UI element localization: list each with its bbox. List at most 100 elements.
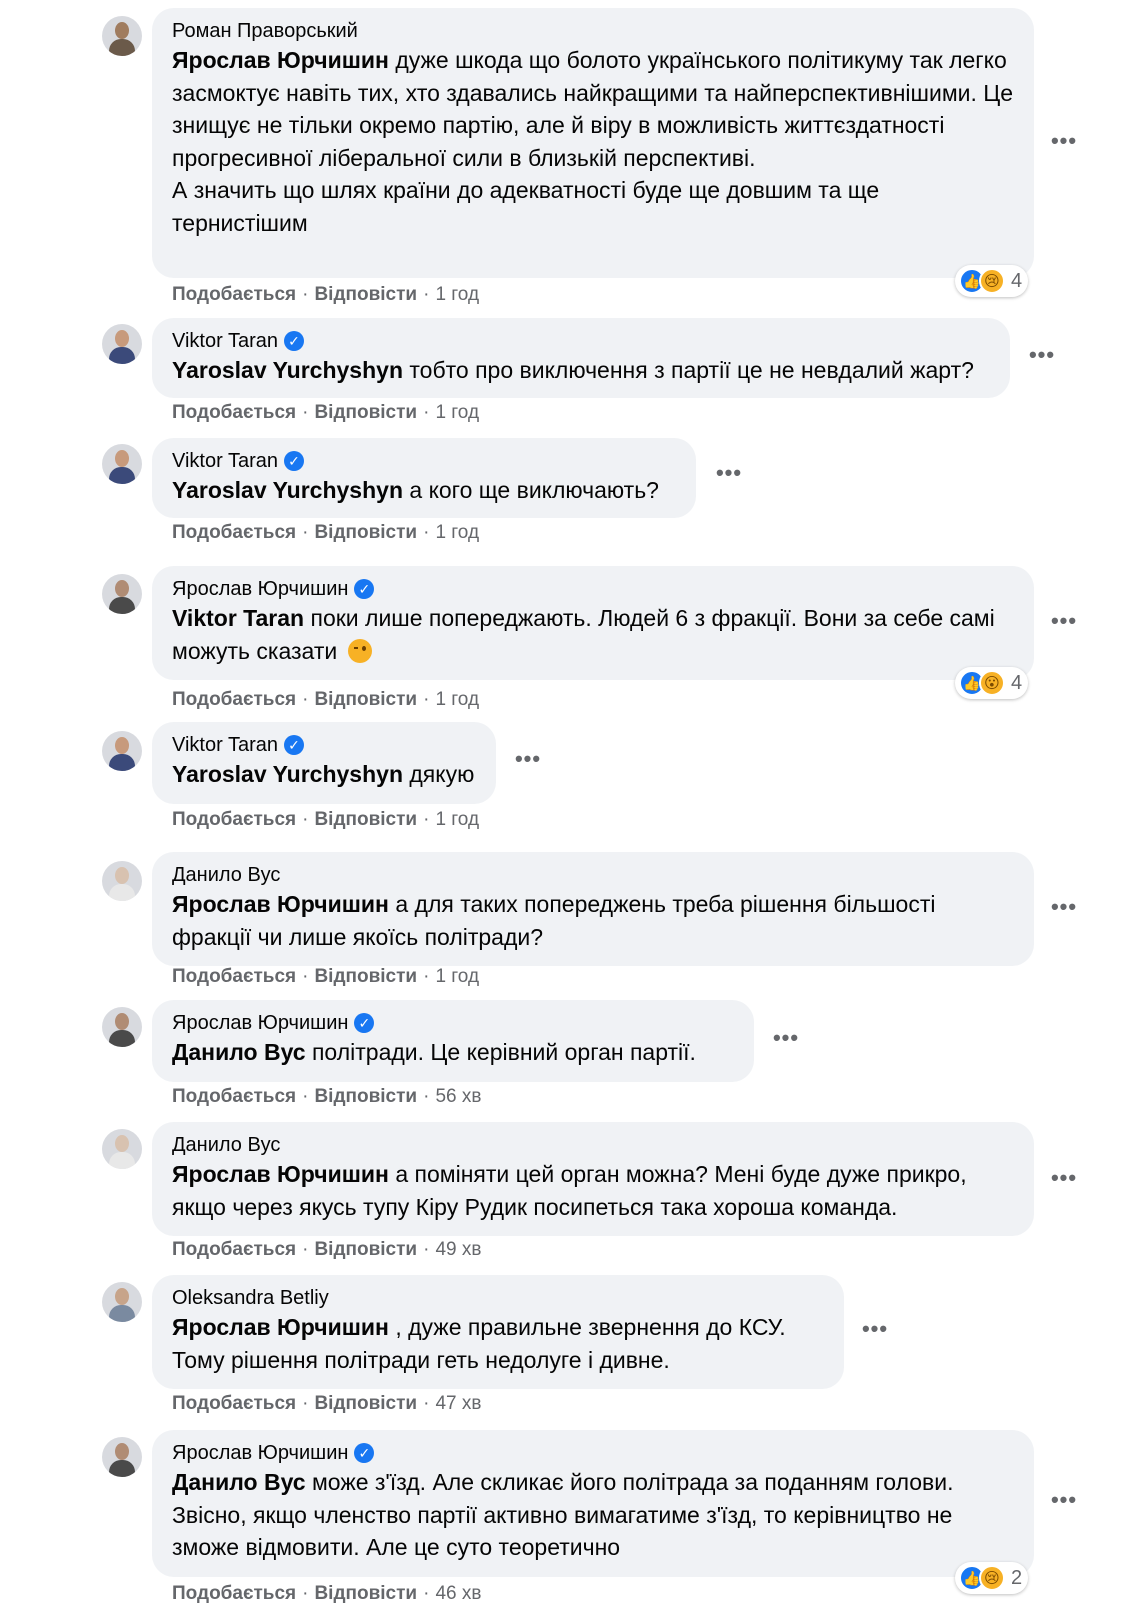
mention-link[interactable]: Данило Вус	[172, 1469, 306, 1495]
comment-text: Данило Вус політради. Це керівний орган …	[172, 1039, 696, 1065]
reactions-summary[interactable]: 👍 😮 4	[955, 667, 1029, 699]
comment-author[interactable]: Viktor Taran ✓	[172, 448, 676, 474]
avatar[interactable]	[102, 731, 142, 771]
comment-bubble: Ярослав Юрчишин ✓ Данило Вус політради. Ц…	[152, 1000, 754, 1082]
comment-time[interactable]: 47 хв	[435, 1392, 481, 1416]
reply-button[interactable]: Відповісти	[314, 688, 417, 712]
comment-author[interactable]: Ярослав Юрчишин ✓	[172, 1010, 734, 1036]
comment-time[interactable]: 1 год	[435, 283, 479, 307]
avatar[interactable]	[102, 16, 142, 56]
verified-badge-icon: ✓	[284, 331, 304, 351]
comment-time[interactable]: 49 хв	[435, 1238, 481, 1262]
comment-text: Ярослав Юрчишин а для таких попереджень …	[172, 891, 942, 950]
more-options-icon[interactable]: •••	[711, 458, 747, 494]
comment-actions: Подобається · Відповісти · 1 год	[172, 401, 480, 425]
more-options-icon[interactable]: •••	[1024, 340, 1060, 376]
avatar[interactable]	[102, 324, 142, 364]
comment-text: Ярослав Юрчишин а поміняти цей орган мож…	[172, 1161, 974, 1220]
comment-actions: Подобається · Відповісти · 1 год	[172, 808, 480, 832]
mention-link[interactable]: Yaroslav Yurchyshyn	[172, 477, 403, 503]
more-options-icon[interactable]: •••	[1046, 606, 1082, 642]
comment-author[interactable]: Viktor Taran ✓	[172, 732, 476, 758]
comment-time[interactable]: 1 год	[435, 521, 479, 545]
comment-text: Yaroslav Yurchyshyn тобто про виключення…	[172, 357, 974, 383]
comment-bubble: Viktor Taran ✓ Yaroslav Yurchyshyn а кого…	[152, 438, 696, 518]
comment-author[interactable]: Данило Вус	[172, 1132, 1014, 1158]
comment-actions: Подобається · Відповісти · 1 год	[172, 688, 480, 712]
comment-time[interactable]: 46 хв	[435, 1582, 481, 1606]
comment-time[interactable]: 1 год	[435, 688, 479, 712]
mention-link[interactable]: Ярослав Юрчишин	[172, 47, 389, 73]
comment-actions: Подобається · Відповісти · 46 хв	[172, 1582, 482, 1606]
verified-badge-icon: ✓	[284, 735, 304, 755]
like-button[interactable]: Подобається	[172, 1582, 296, 1606]
more-options-icon[interactable]: •••	[857, 1314, 893, 1350]
like-button[interactable]: Подобається	[172, 808, 296, 832]
comment-time[interactable]: 56 хв	[435, 1085, 481, 1109]
mention-link[interactable]: Yaroslav Yurchyshyn	[172, 357, 403, 383]
like-button[interactable]: Подобається	[172, 965, 296, 989]
more-options-icon[interactable]: •••	[1046, 892, 1082, 928]
like-button[interactable]: Подобається	[172, 1392, 296, 1416]
reply-button[interactable]: Відповісти	[314, 1582, 417, 1606]
mention-link[interactable]: Ярослав Юрчишин	[172, 891, 389, 917]
mention-link[interactable]: Viktor Taran	[172, 605, 304, 631]
avatar[interactable]	[102, 861, 142, 901]
comment-author[interactable]: Oleksandra Betliy	[172, 1285, 824, 1311]
more-options-icon[interactable]: •••	[1046, 1163, 1082, 1199]
winking-face-emoji	[347, 638, 372, 663]
avatar[interactable]	[102, 574, 142, 614]
comment-time[interactable]: 1 год	[435, 965, 479, 989]
reply-button[interactable]: Відповісти	[314, 1392, 417, 1416]
reply-button[interactable]: Відповісти	[314, 1238, 417, 1262]
more-options-icon[interactable]: •••	[510, 744, 546, 780]
like-button[interactable]: Подобається	[172, 1238, 296, 1262]
mention-link[interactable]: Ярослав Юрчишин	[172, 1314, 389, 1340]
comment-author[interactable]: Ярослав Юрчишин ✓	[172, 1440, 1014, 1466]
like-button[interactable]: Подобається	[172, 521, 296, 545]
comment-text: Данило Вус може з'їзд. Але скликає його …	[172, 1469, 960, 1560]
more-options-icon[interactable]: •••	[1046, 126, 1082, 162]
more-options-icon[interactable]: •••	[1046, 1485, 1082, 1521]
like-button[interactable]: Подобається	[172, 283, 296, 307]
comment-bubble: Роман Праворський Ярослав Юрчишин дуже ш…	[152, 8, 1034, 278]
comment-author[interactable]: Viktor Taran ✓	[172, 328, 990, 354]
comment-actions: Подобається · Відповісти · 1 год	[172, 521, 480, 545]
like-button[interactable]: Подобається	[172, 401, 296, 425]
comment-author[interactable]: Ярослав Юрчишин ✓	[172, 576, 1014, 602]
mention-link[interactable]: Yaroslav Yurchyshyn	[172, 761, 403, 787]
comment-bubble: Данило Вус Ярослав Юрчишин а для таких п…	[152, 852, 1034, 966]
comment-time[interactable]: 1 год	[435, 808, 479, 832]
comment-actions: Подобається · Відповісти · 56 хв	[172, 1085, 482, 1109]
reply-button[interactable]: Відповісти	[314, 1085, 417, 1109]
comment-text: Yaroslav Yurchyshyn а кого ще виключають…	[172, 477, 659, 503]
reactions-summary[interactable]: 👍 😢 4	[955, 265, 1029, 297]
avatar[interactable]	[102, 1282, 142, 1322]
verified-badge-icon: ✓	[354, 579, 375, 599]
comment-actions: Подобається · Відповісти · 47 хв	[172, 1392, 482, 1416]
reactions-summary[interactable]: 👍 😢 2	[955, 1562, 1029, 1594]
comment-author[interactable]: Данило Вус	[172, 862, 1014, 888]
reaction-count: 4	[1011, 269, 1023, 292]
avatar[interactable]	[102, 444, 142, 484]
reply-button[interactable]: Відповісти	[314, 965, 417, 989]
like-button[interactable]: Подобається	[172, 688, 296, 712]
comment-bubble: Oleksandra Betliy Ярослав Юрчишин , дуже…	[152, 1275, 844, 1389]
reply-button[interactable]: Відповісти	[314, 521, 417, 545]
reply-button[interactable]: Відповісти	[314, 283, 417, 307]
avatar[interactable]	[102, 1007, 142, 1047]
like-button[interactable]: Подобається	[172, 1085, 296, 1109]
avatar[interactable]	[102, 1437, 142, 1477]
reply-button[interactable]: Відповісти	[314, 401, 417, 425]
reaction-count: 2	[1011, 1566, 1023, 1589]
comment-time[interactable]: 1 год	[435, 401, 479, 425]
mention-link[interactable]: Ярослав Юрчишин	[172, 1161, 389, 1187]
more-options-icon[interactable]: •••	[768, 1023, 804, 1059]
verified-badge-icon: ✓	[284, 451, 304, 471]
verified-badge-icon: ✓	[354, 1443, 375, 1463]
mention-link[interactable]: Данило Вус	[172, 1039, 306, 1065]
comment-author[interactable]: Роман Праворський	[172, 18, 1014, 44]
avatar[interactable]	[102, 1129, 142, 1169]
sad-icon: 😢	[979, 1565, 1005, 1591]
reply-button[interactable]: Відповісти	[314, 808, 417, 832]
